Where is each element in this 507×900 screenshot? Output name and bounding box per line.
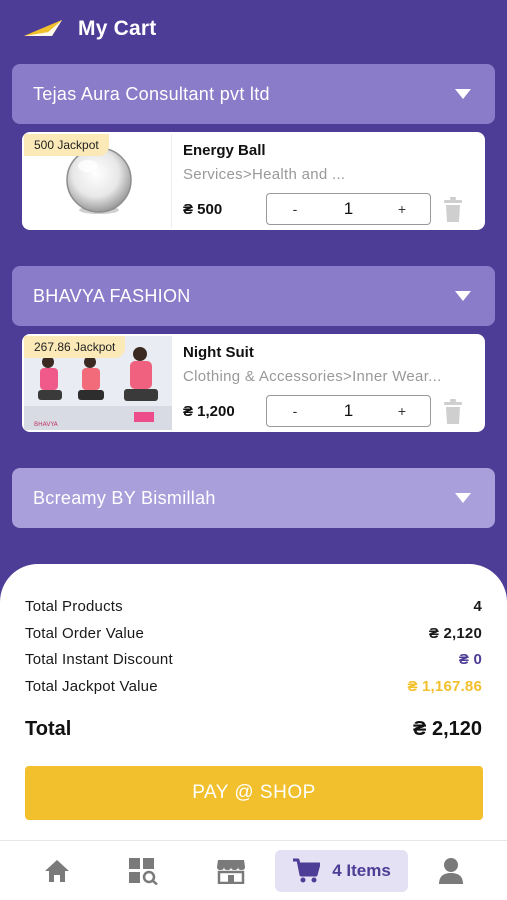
order-summary: Total Products 4 Total Order Value ₴ 2,1… — [0, 564, 507, 840]
product-category: Clothing & Accessories>Inner Wear... — [183, 368, 442, 385]
summary-value: ₴ 1,167.86 — [407, 678, 482, 695]
jackpot-badge: 267.86 Jackpot — [24, 336, 126, 358]
summary-label: Total Products — [25, 598, 123, 615]
decrease-button[interactable]: - — [267, 201, 323, 217]
cart-screen: My Cart Tejas Aura Consultant pvt ltd 50… — [0, 0, 507, 900]
svg-text:BHAVYA: BHAVYA — [34, 421, 59, 428]
pay-at-shop-button[interactable]: PAY @ SHOP — [25, 766, 483, 820]
summary-value: ₴ 0 — [458, 651, 482, 668]
product-details: Night Suit Clothing & Accessories>Inner … — [183, 334, 485, 432]
home-icon[interactable] — [42, 857, 72, 885]
product-image: 500 Jackpot — [24, 134, 172, 228]
chevron-down-icon — [455, 493, 471, 503]
scan-catalog-icon[interactable] — [128, 857, 158, 885]
product-name: Energy Ball — [183, 142, 266, 159]
store-icon[interactable] — [216, 857, 246, 885]
increase-button[interactable]: + — [374, 403, 430, 419]
shop-name: BHAVYA FASHION — [33, 285, 191, 306]
total-value: ₴ 2,120 — [413, 718, 482, 740]
chevron-down-icon — [455, 291, 471, 301]
shop-name: Tejas Aura Consultant pvt ltd — [33, 83, 270, 104]
product-price: ₴ 500 — [183, 201, 223, 218]
decrease-button[interactable]: - — [267, 403, 323, 419]
total-label: Total — [25, 718, 72, 740]
shop-header-bhavya[interactable]: BHAVYA FASHION — [12, 266, 495, 326]
shop-name: Bcreamy BY Bismillah — [33, 487, 216, 508]
trash-icon[interactable] — [442, 197, 464, 223]
quantity-value: 1 — [343, 199, 354, 218]
product-price: ₴ 1,200 — [183, 403, 235, 420]
shop-header-tejas[interactable]: Tejas Aura Consultant pvt ltd — [12, 64, 495, 124]
quantity-value: 1 — [343, 401, 354, 420]
quantity-stepper: - 1 + — [266, 395, 431, 427]
cart-icon — [293, 858, 321, 883]
cart-nav-button[interactable]: 4 Items — [275, 850, 408, 892]
trash-icon[interactable] — [442, 399, 464, 425]
increase-button[interactable]: + — [374, 201, 430, 217]
summary-label: Total Instant Discount — [25, 651, 173, 668]
product-image: BHAVYA 267.86 Jackpot — [24, 336, 172, 430]
summary-label: Total Jackpot Value — [25, 678, 158, 695]
chevron-down-icon — [455, 89, 471, 99]
back-arrow-icon[interactable] — [22, 18, 64, 40]
profile-icon[interactable] — [436, 857, 466, 885]
summary-value: ₴ 2,120 — [428, 625, 482, 642]
cart-item-energy-ball: 500 Jackpot Energy Ball Services>Health … — [22, 132, 485, 230]
product-name: Night Suit — [183, 344, 254, 361]
page-title: My Cart — [78, 17, 157, 40]
summary-label: Total Order Value — [25, 625, 145, 642]
summary-row-jackpot-value: Total Jackpot Value ₴ 1,167.86 — [25, 678, 482, 695]
jackpot-badge: 500 Jackpot — [24, 134, 109, 156]
bottom-navigation: 4 Items — [0, 840, 507, 900]
grand-total-row: Total ₴ 2,120 — [25, 718, 482, 741]
shop-header-bcreamy[interactable]: Bcreamy BY Bismillah — [12, 468, 495, 528]
summary-value: 4 — [473, 598, 482, 615]
summary-row-instant-discount: Total Instant Discount ₴ 0 — [25, 651, 482, 668]
header: My Cart — [0, 0, 507, 58]
product-category: Services>Health and ... — [183, 166, 346, 183]
summary-row-total-products: Total Products 4 — [25, 598, 482, 615]
cart-item-count: 4 Items — [332, 861, 391, 880]
cart-item-night-suit: BHAVYA 267.86 Jackpot Night Suit Clothin… — [22, 334, 485, 432]
product-details: Energy Ball Services>Health and ... ₴ 50… — [183, 132, 485, 230]
summary-row-order-value: Total Order Value ₴ 2,120 — [25, 625, 482, 642]
quantity-stepper: - 1 + — [266, 193, 431, 225]
